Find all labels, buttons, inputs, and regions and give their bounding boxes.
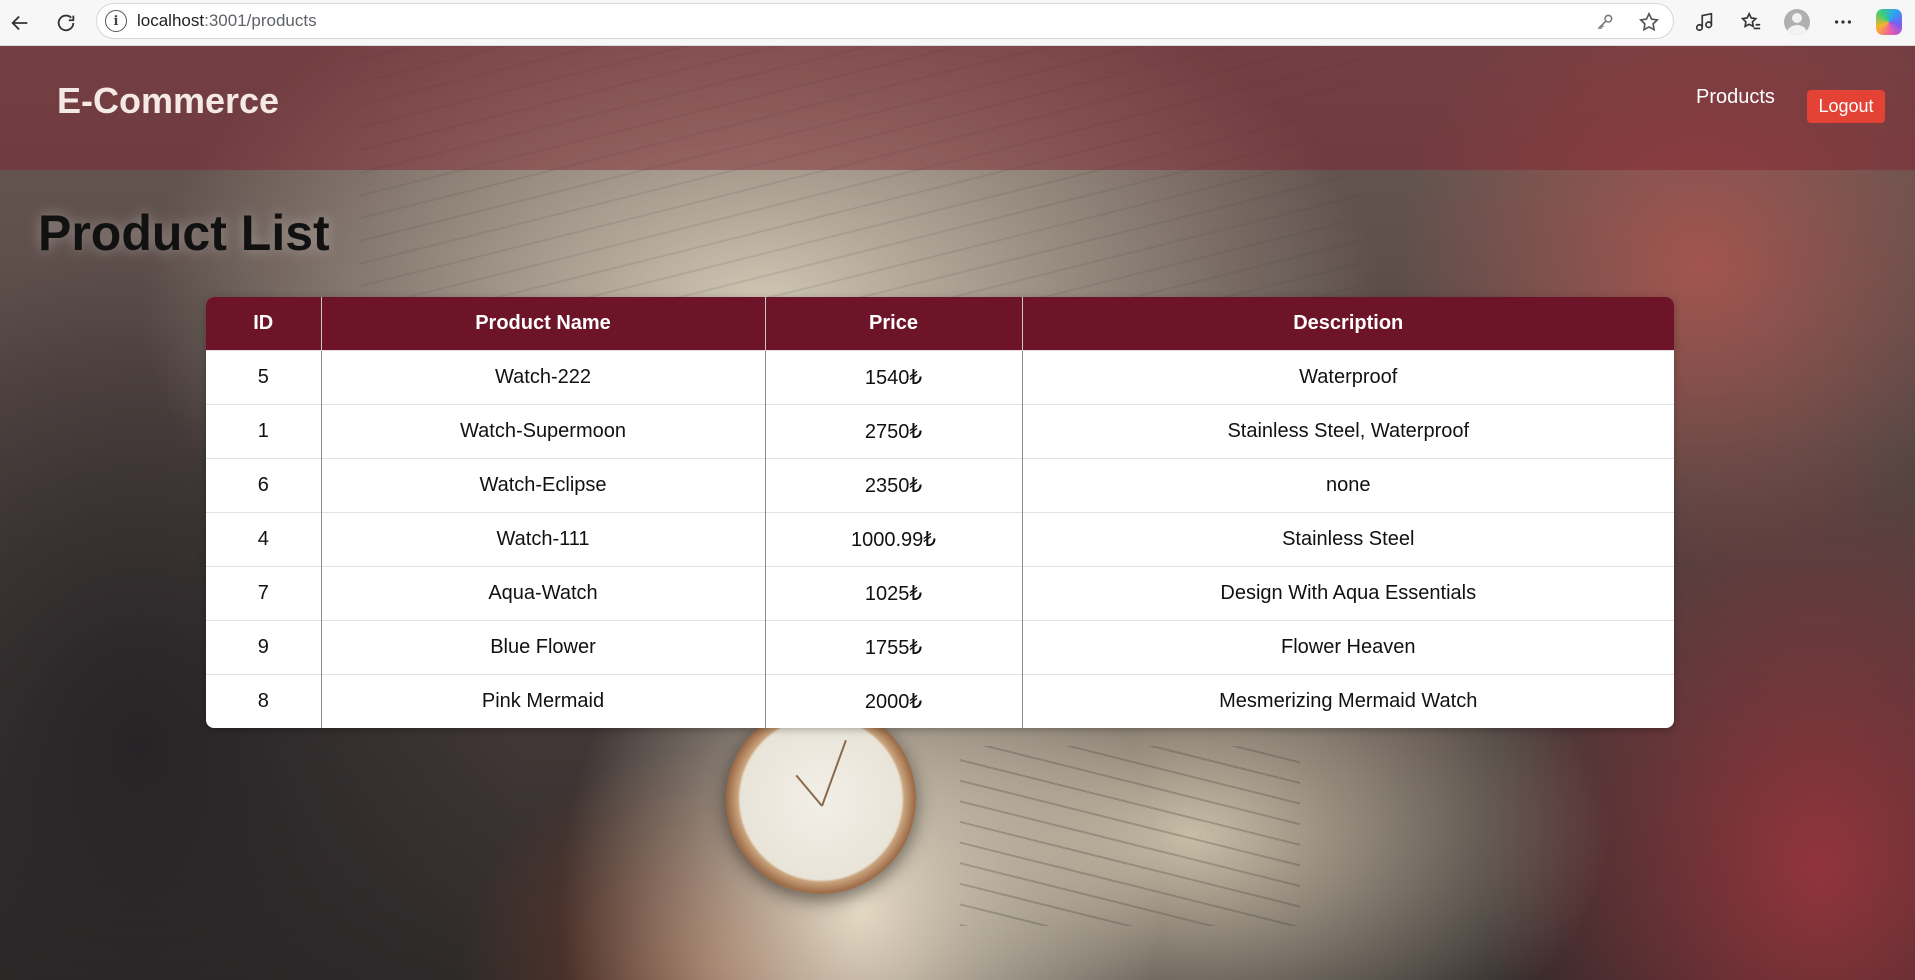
app-header: E-Commerce Products Logout [0, 46, 1915, 170]
cell-product-name: Watch-222 [321, 349, 766, 404]
cell-price: 2000₺ [765, 673, 1023, 728]
product-table: ID Product Name Price Description 5 Watc… [206, 297, 1674, 728]
reload-icon[interactable] [48, 5, 84, 41]
browser-toolbar: i localhost:3001/products [0, 0, 1915, 45]
cell-description: Waterproof [1022, 349, 1674, 404]
cell-id: 6 [206, 457, 322, 512]
table-row: 8 Pink Mermaid 2000₺ Mesmerizing Mermaid… [206, 673, 1674, 728]
table-header-row: ID Product Name Price Description [206, 297, 1674, 350]
page-title: Product List [38, 205, 330, 261]
url-path: :3001/products [204, 11, 317, 30]
key-icon[interactable] [1593, 10, 1617, 34]
logout-button[interactable]: Logout [1807, 90, 1885, 123]
more-icon[interactable] [1828, 7, 1858, 37]
table-row: 7 Aqua-Watch 1025₺ Design With Aqua Esse… [206, 565, 1674, 620]
address-bar[interactable]: i localhost:3001/products [96, 3, 1674, 39]
background-watch-image [726, 704, 916, 894]
cell-price: 2750₺ [765, 403, 1023, 458]
cell-id: 7 [206, 565, 322, 620]
cell-price: 1540₺ [765, 349, 1023, 404]
cell-product-name: Blue Flower [321, 619, 766, 674]
cell-price: 1755₺ [765, 619, 1023, 674]
cell-product-name: Aqua-Watch [321, 565, 766, 620]
cell-id: 9 [206, 619, 322, 674]
cell-description: Stainless Steel [1022, 511, 1674, 566]
column-header-price: Price [765, 297, 1023, 350]
table-row: 6 Watch-Eclipse 2350₺ none [206, 457, 1674, 512]
cell-id: 8 [206, 673, 322, 728]
page-viewport: E-Commerce Products Logout Product List … [0, 45, 1915, 980]
cell-price: 1025₺ [765, 565, 1023, 620]
star-icon[interactable] [1637, 10, 1661, 34]
cell-id: 5 [206, 349, 322, 404]
nav-products-link[interactable]: Products [1696, 86, 1775, 109]
column-header-product-name: Product Name [321, 297, 766, 350]
cell-description: Design With Aqua Essentials [1022, 565, 1674, 620]
brand-logo[interactable]: E-Commerce [57, 80, 279, 122]
background-book-texture-lower [960, 746, 1300, 926]
cell-product-name: Watch-Eclipse [321, 457, 766, 512]
copilot-icon[interactable] [1874, 7, 1904, 37]
cell-id: 1 [206, 403, 322, 458]
profile-avatar-icon[interactable] [1782, 7, 1812, 37]
favorites-icon[interactable] [1736, 7, 1766, 37]
table-row: 4 Watch-111 1000.99₺ Stainless Steel [206, 511, 1674, 566]
column-header-id: ID [206, 297, 322, 350]
cell-product-name: Pink Mermaid [321, 673, 766, 728]
info-icon[interactable]: i [105, 10, 127, 32]
cell-product-name: Watch-111 [321, 511, 766, 566]
table-row: 9 Blue Flower 1755₺ Flower Heaven [206, 619, 1674, 674]
cell-description: Flower Heaven [1022, 619, 1674, 674]
cell-id: 4 [206, 511, 322, 566]
table-row: 5 Watch-222 1540₺ Waterproof [206, 349, 1674, 404]
cell-description: Mesmerizing Mermaid Watch [1022, 673, 1674, 728]
cell-description: Stainless Steel, Waterproof [1022, 403, 1674, 458]
url-text[interactable]: localhost:3001/products [137, 11, 317, 31]
column-header-description: Description [1022, 297, 1674, 350]
music-extension-icon[interactable] [1690, 7, 1720, 37]
cell-price: 2350₺ [765, 457, 1023, 512]
table-row: 1 Watch-Supermoon 2750₺ Stainless Steel,… [206, 403, 1674, 458]
back-arrow-icon[interactable] [2, 5, 38, 41]
cell-description: none [1022, 457, 1674, 512]
cell-price: 1000.99₺ [765, 511, 1023, 566]
cell-product-name: Watch-Supermoon [321, 403, 766, 458]
url-host: localhost [137, 11, 205, 30]
